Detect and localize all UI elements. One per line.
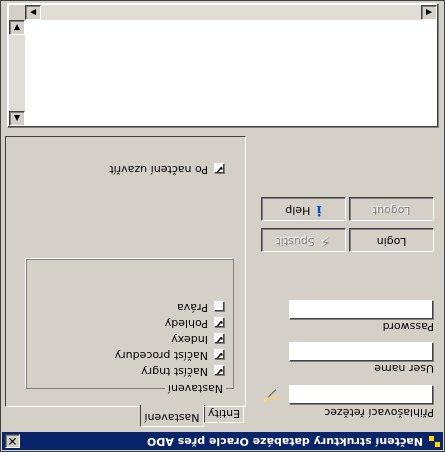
wizard-icon[interactable]: 🪄: [261, 384, 281, 404]
load-triggers-label: Načíst tngry: [141, 365, 208, 378]
connection-string-input[interactable]: [289, 385, 434, 405]
load-procedures-checkbox[interactable]: ✔: [214, 349, 225, 360]
close-after-load-checkbox[interactable]: ✔: [214, 163, 225, 174]
check-icon: ✔: [215, 317, 224, 328]
privileges-label: Práva: [177, 301, 208, 314]
check-icon: ✔: [215, 365, 224, 376]
scroll-up-button[interactable]: ▲: [9, 111, 25, 126]
login-button-label: Login: [376, 235, 407, 248]
title-bar[interactable]: Načtení struktury databáze Oracle přes A…: [2, 432, 443, 450]
window-title: Načtení struktury databáze Oracle přes A…: [146, 435, 423, 448]
scroll-corner: [9, 5, 25, 20]
tab-settings-label: Nastavení: [144, 411, 200, 424]
scroll-left-button[interactable]: ◀: [421, 5, 437, 20]
user-name-label: User name: [374, 362, 434, 375]
scroll-right-button[interactable]: ▶: [25, 5, 41, 20]
user-name-input[interactable]: [289, 342, 434, 362]
scroll-down-button[interactable]: ▼: [9, 20, 25, 35]
close-after-load-label: Po načtení uzavřít: [109, 163, 208, 176]
tab-entity-label: Entity: [207, 407, 241, 420]
arrow-down-icon: ▼: [13, 23, 21, 32]
check-icon: ✔: [215, 163, 224, 174]
load-procedures-label: Načíst procedury: [114, 349, 208, 362]
indexes-label: Indexy: [171, 333, 208, 346]
info-icon: ℹ: [316, 202, 322, 218]
app-icon: [429, 436, 440, 447]
tab-entity[interactable]: Entity: [204, 405, 244, 423]
arrow-up-icon: ▲: [13, 114, 21, 123]
run-button-label: Spustit: [276, 235, 315, 248]
logout-button[interactable]: Logout: [349, 197, 434, 221]
check-icon: ✔: [215, 349, 224, 360]
arrow-left-icon: ◀: [425, 8, 433, 17]
views-checkbox[interactable]: ✔: [214, 317, 225, 328]
load-triggers-checkbox[interactable]: ✔: [214, 365, 225, 376]
output-memo[interactable]: [7, 3, 439, 128]
indexes-checkbox[interactable]: ✔: [214, 333, 225, 344]
run-button[interactable]: ⚡ Spustit: [261, 228, 346, 252]
privileges-checkbox[interactable]: [214, 301, 225, 312]
close-button[interactable]: ✕: [5, 434, 20, 448]
tab-settings[interactable]: Nastavení: [140, 405, 204, 427]
close-icon: ✕: [7, 434, 18, 448]
help-button-label: Help: [285, 204, 311, 217]
arrow-right-icon: ▶: [29, 8, 37, 17]
vertical-scrollbar[interactable]: ▲ ▼: [9, 20, 25, 126]
settings-group-title: Nastavení: [164, 382, 226, 395]
login-button[interactable]: Login: [349, 228, 434, 252]
logout-button-label: Logout: [372, 204, 411, 217]
password-label: Password: [382, 320, 434, 333]
lightning-icon: ⚡: [320, 233, 331, 249]
help-button[interactable]: ℹ Help: [261, 197, 346, 221]
check-icon: ✔: [215, 333, 224, 344]
password-input[interactable]: [289, 300, 434, 320]
views-label: Pohledy: [164, 317, 208, 330]
connection-string-label: Přihlašovací řetězec: [324, 406, 434, 419]
horizontal-scrollbar[interactable]: ◀ ▶: [25, 5, 437, 20]
window: Načtení struktury databáze Oracle přes A…: [0, 0, 445, 452]
